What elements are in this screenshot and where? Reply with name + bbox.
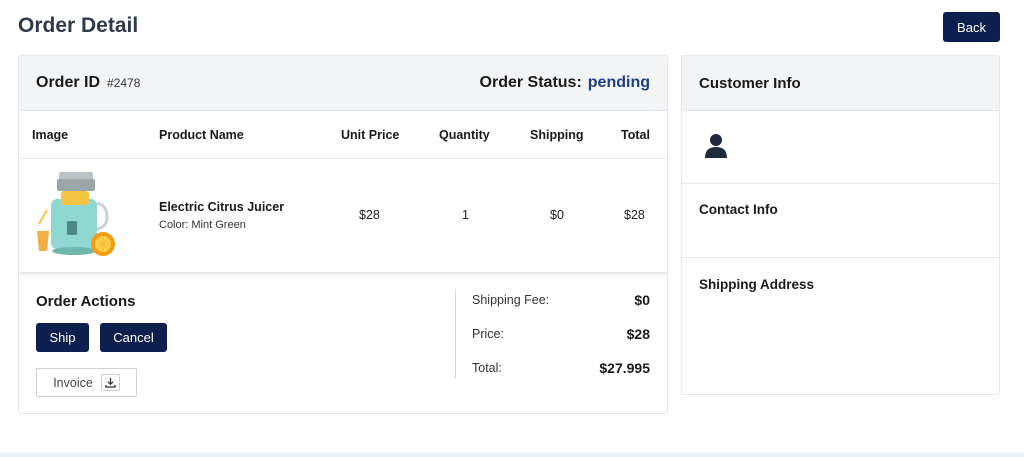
- ship-button[interactable]: Ship: [36, 323, 89, 352]
- juicer-product-image: [37, 172, 115, 256]
- page-title: Order Detail: [18, 14, 139, 37]
- quantity-cell: 1: [462, 208, 469, 222]
- back-button[interactable]: Back: [943, 12, 1000, 42]
- download-icon: [100, 374, 120, 391]
- order-status-value: pending: [587, 74, 650, 91]
- cancel-button[interactable]: Cancel: [100, 323, 167, 352]
- invoice-label: Invoice: [53, 375, 93, 390]
- column-header-unit-price: Unit Price: [341, 128, 400, 142]
- shipping-fee-value: $0: [634, 292, 650, 308]
- order-id-value: #2478: [107, 76, 141, 90]
- unit-price-cell: $28: [359, 208, 380, 222]
- column-header-image: Image: [32, 128, 69, 142]
- column-header-product-name: Product Name: [159, 128, 244, 142]
- column-header-quantity: Quantity: [439, 128, 490, 142]
- total-cell: $28: [624, 208, 645, 222]
- price-value: $28: [626, 326, 650, 342]
- contact-info-title: Contact Info: [699, 202, 778, 217]
- column-header-shipping: Shipping: [530, 128, 584, 142]
- product-variant: Color: Mint Green: [159, 219, 246, 231]
- column-header-total: Total: [621, 128, 650, 142]
- product-name[interactable]: Electric Citrus Juicer: [159, 200, 284, 214]
- customer-info-title: Customer Info: [682, 56, 999, 111]
- invoice-button[interactable]: Invoice: [36, 368, 137, 397]
- order-status: Order Status: pending: [480, 74, 650, 92]
- order-actions-title: Order Actions: [36, 293, 136, 310]
- summary-divider: [455, 289, 456, 379]
- order-id-label: Order ID: [36, 74, 101, 91]
- shipping-fee-label: Shipping Fee:: [472, 293, 550, 307]
- order-id: Order ID #2478: [36, 74, 140, 92]
- order-items-table: Image Product Name Unit Price Quantity S…: [19, 111, 667, 273]
- order-header: Order ID #2478 Order Status: pending: [19, 56, 667, 111]
- shipping-address-section: Shipping Address: [682, 258, 999, 394]
- page-footer-strip: [0, 453, 1024, 457]
- shipping-address-title: Shipping Address: [699, 277, 815, 292]
- user-icon: [705, 134, 727, 158]
- contact-info-section: Contact Info: [682, 184, 999, 258]
- order-status-label: Order Status:: [479, 74, 582, 91]
- shipping-cell: $0: [550, 208, 564, 222]
- customer-avatar-section: [682, 111, 999, 184]
- total-label: Total:: [472, 361, 502, 375]
- order-card: Order ID #2478 Order Status: pending Ima…: [18, 55, 668, 414]
- total-value: $27.995: [599, 360, 650, 376]
- customer-card: Customer Info Contact Info Shipping Addr…: [681, 55, 1000, 395]
- price-label: Price:: [472, 327, 504, 341]
- table-header-divider: [19, 158, 667, 159]
